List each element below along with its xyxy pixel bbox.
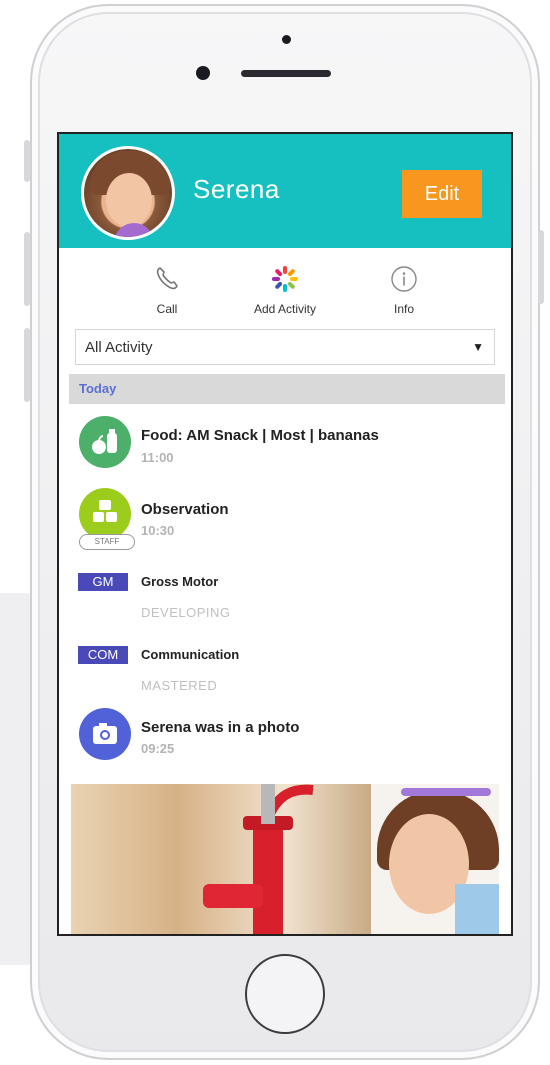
front-camera [196, 66, 210, 80]
observation-time: 10:30 [141, 523, 175, 538]
info-icon [391, 266, 417, 292]
skill-label: Gross Motor [141, 574, 219, 589]
app-screen: Serena Edit Call Add Activity Info All A… [57, 132, 513, 936]
caret-down-icon: ▼ [472, 340, 484, 354]
call-label: Call [156, 302, 178, 316]
earpiece-speaker [241, 70, 331, 77]
add-activity-label: Add Activity [253, 302, 317, 316]
section-header-today: Today [69, 374, 505, 404]
activity-filter-dropdown[interactable]: All Activity ▼ [75, 329, 495, 365]
edit-button[interactable]: Edit [402, 170, 482, 218]
skill-tag: GM [78, 573, 128, 591]
food-title: Food: AM Snack | Most | bananas [141, 427, 379, 444]
skill-status: MASTERED [141, 678, 218, 693]
phone-icon [156, 267, 178, 290]
skill-status: DEVELOPING [141, 605, 231, 620]
activity-photo[interactable] [71, 784, 499, 934]
side-button-volume-up [24, 232, 30, 306]
side-button-power [538, 230, 544, 304]
add-activity-button[interactable]: Add Activity [230, 248, 340, 322]
staff-badge: STAFF [79, 534, 135, 550]
side-button-silent [24, 140, 30, 182]
observation-icon [79, 488, 131, 540]
side-button-volume-down [24, 328, 30, 402]
food-time: 11:00 [141, 450, 174, 465]
filter-value: All Activity [85, 339, 153, 356]
avatar[interactable] [81, 146, 175, 240]
skill-tag: COM [78, 646, 128, 664]
photo-time: 09:25 [141, 741, 175, 756]
skill-label: Communication [141, 647, 240, 662]
add-activity-icon [272, 266, 298, 292]
child-name: Serena [193, 174, 280, 204]
photo-title: Serena was in a photo [141, 719, 300, 736]
action-bar: Call Add Activity Info [59, 248, 511, 322]
call-button[interactable]: Call [112, 248, 222, 322]
section-label: Today [79, 381, 117, 396]
home-button[interactable] [245, 954, 325, 1034]
info-label: Info [393, 302, 414, 316]
observation-title: Observation [141, 501, 229, 518]
proximity-sensor [282, 35, 291, 44]
water-pump-image [203, 784, 314, 934]
info-button[interactable]: Info [349, 248, 459, 322]
profile-header: Serena Edit [59, 134, 511, 248]
camera-icon [79, 708, 131, 760]
food-icon [79, 416, 131, 468]
